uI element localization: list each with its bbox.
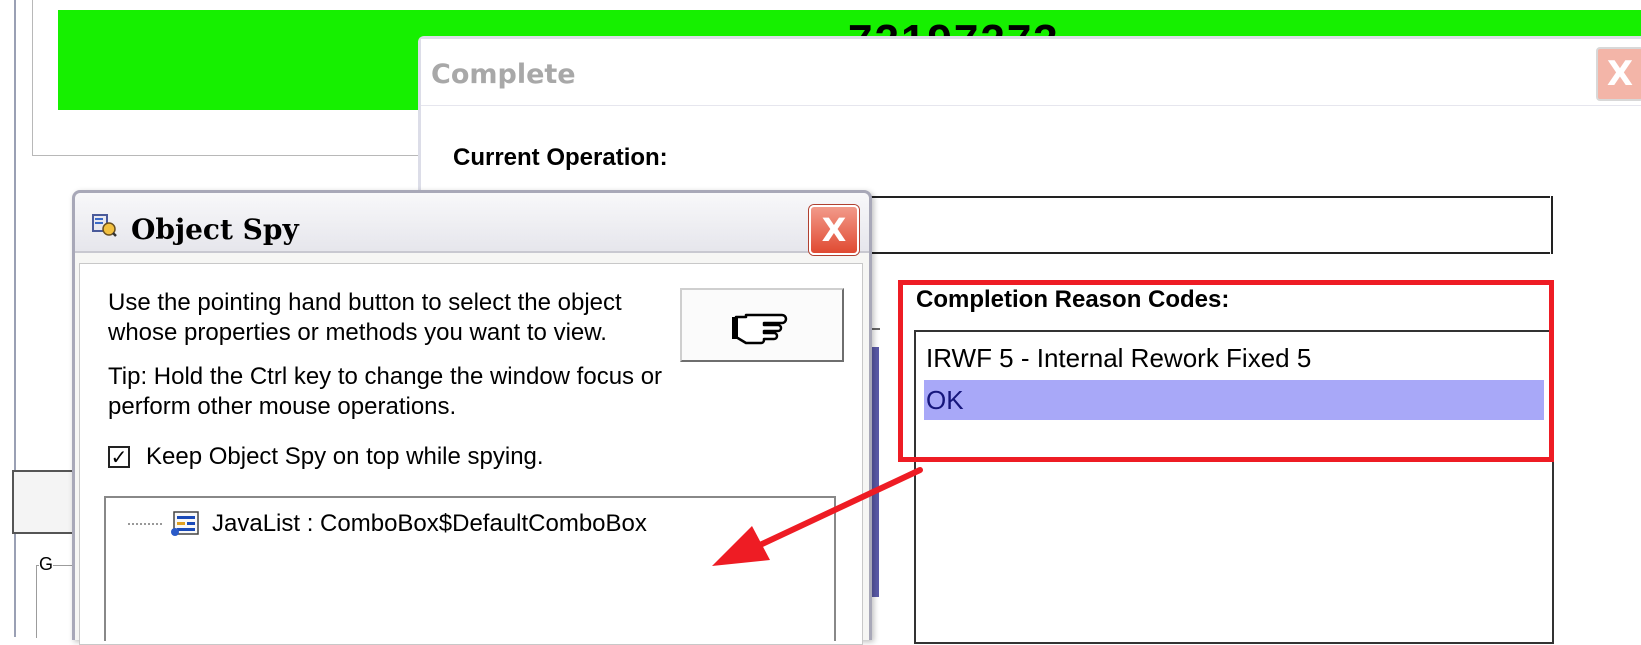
object-spy-title: Object Spy	[131, 213, 299, 246]
tree-item-label: JavaList : ComboBox$DefaultComboBox	[212, 510, 647, 537]
pointing-hand-icon	[732, 313, 788, 345]
keep-on-top-label[interactable]: Keep Object Spy on top while spying.	[146, 443, 544, 471]
window-left-border	[14, 0, 16, 637]
titlebar-divider	[421, 105, 1641, 106]
object-hierarchy-tree[interactable]: JavaList : ComboBox$DefaultComboBox	[104, 496, 836, 641]
keep-on-top-row[interactable]: ✓ Keep Object Spy on top while spying.	[108, 443, 544, 471]
object-spy-app-icon	[92, 214, 117, 237]
pointing-hand-button[interactable]	[680, 288, 844, 362]
java-list-icon	[171, 511, 199, 536]
group-box-label: G	[39, 554, 54, 575]
complete-dialog-title: Complete	[431, 59, 576, 90]
object-spy-tip: Tip: Hold the Ctrl key to change the win…	[108, 363, 663, 420]
background-button[interactable]	[12, 470, 78, 534]
object-spy-titlebar[interactable]: Object Spy X	[75, 193, 869, 255]
complete-titlebar[interactable]: Complete X	[421, 39, 1641, 105]
current-operation-field-edge	[1551, 196, 1553, 254]
complete-close-button[interactable]: X	[1596, 47, 1641, 101]
object-spy-close-button[interactable]: X	[809, 205, 859, 255]
keep-on-top-checkbox[interactable]: ✓	[108, 445, 130, 469]
annotation-highlight-box	[898, 280, 1554, 462]
tree-connector	[128, 523, 162, 525]
object-spy-instructions: Use the pointing hand button to select t…	[108, 289, 622, 346]
current-operation-label: Current Operation:	[453, 144, 668, 171]
background-group-box: G	[36, 554, 77, 638]
current-operation-field[interactable]	[860, 196, 1550, 254]
tree-item[interactable]: JavaList : ComboBox$DefaultComboBox	[128, 510, 647, 538]
